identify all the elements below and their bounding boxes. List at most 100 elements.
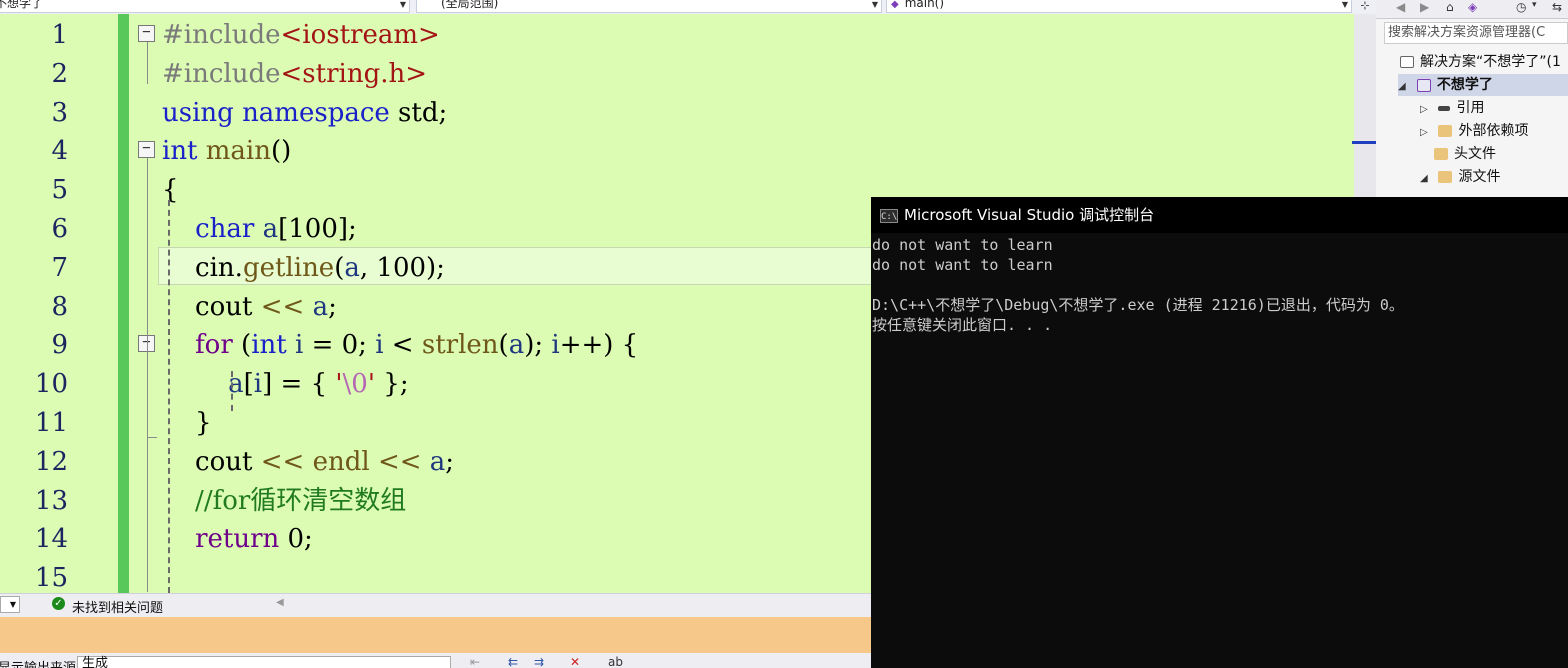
- code-token: ] = {: [262, 369, 336, 400]
- output-source-select[interactable]: 生成: [77, 656, 451, 668]
- line-number: 13: [34, 485, 68, 516]
- code-line[interactable]: for (int i = 0; i < strlen(a); i++) {: [162, 326, 638, 364]
- code-line[interactable]: {: [162, 171, 179, 209]
- code-token: ': [335, 369, 343, 400]
- code-token: for: [195, 330, 233, 361]
- code-line[interactable]: cin.getline(a, 100);: [162, 249, 445, 287]
- tree-item-header-files[interactable]: 头文件: [1434, 143, 1496, 165]
- word-wrap-icon[interactable]: ab: [608, 655, 623, 668]
- console-title: Microsoft Visual Studio 调试控制台: [904, 206, 1155, 224]
- back-icon[interactable]: ◀: [1396, 0, 1405, 14]
- tree-item-label: 解决方案“不想学了”(1: [1420, 54, 1561, 70]
- collapse-includes-icon[interactable]: −: [138, 25, 155, 42]
- code-token: getline: [242, 252, 335, 283]
- code-line[interactable]: using namespace std;: [162, 94, 447, 132]
- solution-search-input[interactable]: 搜索解决方案资源管理器(C: [1384, 22, 1568, 44]
- project-dropdown-value: 不想学了: [0, 0, 44, 10]
- editor-navigation-bar: 不想学了 ▼ (全局范围) ▼ ◆ main() ▼ ⊹: [0, 0, 1376, 15]
- line-number: 1: [51, 20, 68, 50]
- code-token: (: [498, 330, 509, 361]
- code-token: (: [232, 330, 252, 361]
- outline-guide: [147, 352, 148, 438]
- code-token: {: [162, 175, 179, 206]
- console-title-bar[interactable]: C:\ Microsoft Visual Studio 调试控制台: [871, 197, 1568, 233]
- code-token: i: [375, 330, 384, 361]
- scroll-left-icon[interactable]: ◀: [276, 597, 284, 608]
- solution-icon: [1400, 56, 1414, 68]
- sync-icon[interactable]: ⇆: [1552, 0, 1562, 14]
- forward-icon[interactable]: ▶: [1420, 0, 1429, 14]
- line-number: 10: [34, 369, 68, 400]
- tree-item-references[interactable]: ▷ 引用: [1420, 97, 1484, 119]
- clear-all-icon[interactable]: ✕: [570, 655, 580, 668]
- find-message-icon[interactable]: ⇤: [470, 655, 480, 668]
- code-token: std;: [389, 97, 448, 128]
- code-line[interactable]: a[i] = { '\0' };: [162, 365, 408, 403]
- code-token: //for循环清空数组: [162, 485, 407, 516]
- code-line[interactable]: //for循环清空数组: [162, 482, 406, 520]
- history-icon[interactable]: ◷: [1516, 0, 1526, 14]
- code-line[interactable]: char a[100];: [162, 210, 357, 248]
- tree-item-label: 外部依赖项: [1458, 123, 1529, 139]
- tree-item-external-deps[interactable]: ▷ 外部依赖项: [1420, 120, 1528, 142]
- code-token: using: [162, 97, 234, 128]
- chevron-down-icon[interactable]: ▾: [1532, 0, 1537, 10]
- code-token: #include: [162, 20, 281, 50]
- code-line[interactable]: int main(): [162, 132, 291, 170]
- vs-solution-icon[interactable]: ◈: [1468, 0, 1477, 14]
- tree-item-source-files[interactable]: ◢ 源文件: [1420, 166, 1500, 188]
- code-token: strlen: [421, 330, 499, 361]
- expanded-triangle-icon: ◢: [1420, 173, 1428, 184]
- code-token: ': [367, 369, 376, 400]
- console-line: do not want to learn: [872, 236, 1053, 254]
- home-icon[interactable]: ⌂: [1446, 0, 1454, 14]
- solution-explorer-toolbar: ◀ ▶ ⌂ ◈ ◷ ▾ ⇆: [1376, 0, 1568, 19]
- code-token: [: [243, 369, 254, 400]
- chevron-down-icon: ▼: [871, 0, 878, 9]
- collapse-main-icon[interactable]: −: [138, 141, 155, 158]
- tree-item-label: 头文件: [1454, 146, 1496, 162]
- code-token: ;: [445, 446, 455, 477]
- split-editor-icon[interactable]: ⊹: [1354, 0, 1376, 14]
- code-token: cout: [162, 446, 261, 477]
- code-line[interactable]: return 0;: [162, 520, 313, 558]
- next-message-icon[interactable]: ⇉: [534, 655, 544, 668]
- outline-guide: [147, 42, 148, 84]
- output-panel-header: [0, 617, 871, 653]
- code-line[interactable]: #include<iostream>: [162, 16, 440, 54]
- tree-item-solution[interactable]: 解决方案“不想学了”(1: [1400, 51, 1561, 73]
- scope-dropdown[interactable]: (全局范围) ▼: [416, 0, 882, 13]
- project-dropdown[interactable]: 不想学了 ▼: [0, 0, 410, 13]
- code-line[interactable]: cout << endl << a;: [162, 443, 454, 481]
- code-token: <: [383, 330, 422, 361]
- code-token: endl: [312, 446, 370, 477]
- code-token: namespace: [242, 97, 390, 128]
- zoom-dropdown[interactable]: ▼: [0, 596, 20, 613]
- chevron-down-icon: ▼: [9, 600, 16, 609]
- output-source-value: 生成: [82, 656, 109, 668]
- line-number: 6: [51, 214, 68, 244]
- collapsed-triangle-icon: ▷: [1420, 127, 1428, 138]
- line-number: 14: [34, 524, 68, 555]
- issues-status[interactable]: 未找到相关问题: [72, 597, 163, 616]
- method-icon: ◆: [891, 0, 899, 10]
- code-token: ++) {: [559, 330, 639, 361]
- outline-guide-end: [147, 437, 157, 438]
- scope-dropdown-value: (全局范围): [441, 0, 499, 10]
- previous-message-icon[interactable]: ⇇: [508, 655, 518, 668]
- code-token: ;: [328, 291, 337, 322]
- debug-console-window[interactable]: C:\ Microsoft Visual Studio 调试控制台 do not …: [871, 197, 1568, 668]
- function-dropdown[interactable]: ◆ main() ▼: [886, 0, 1352, 13]
- tree-item-label: 不想学了: [1436, 77, 1493, 93]
- code-token: <iostream>: [280, 20, 440, 50]
- code-line[interactable]: cout << a;: [162, 288, 337, 326]
- references-icon: [1438, 105, 1451, 111]
- code-line[interactable]: #include<string.h>: [162, 55, 427, 93]
- code-token: <<: [260, 291, 305, 322]
- tree-item-project[interactable]: ◢ 不想学了: [1398, 74, 1493, 96]
